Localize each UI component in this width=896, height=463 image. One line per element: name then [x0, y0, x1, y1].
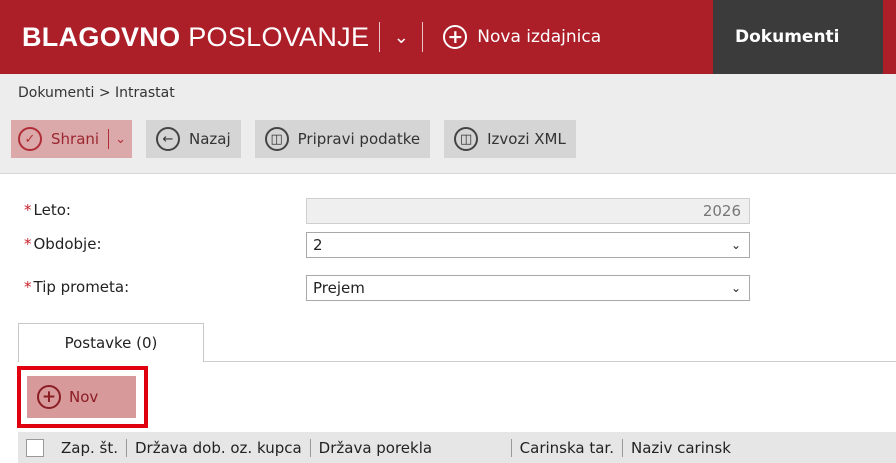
check-circle-icon: ✓ — [18, 127, 42, 151]
period-label-text: Obdobje: — [33, 235, 102, 253]
column-header-carinska-tar[interactable]: Carinska tar. — [512, 439, 622, 457]
chevron-down-icon[interactable]: ⌄ — [115, 132, 126, 147]
toolbar-area: Dokumenti > Intrastat ✓ Shrani ⌄ ← Nazaj… — [0, 74, 896, 174]
column-header-drzava-dob[interactable]: Država dob. oz. kupca — [127, 439, 310, 457]
divider — [108, 129, 110, 149]
top-bar-edge — [883, 0, 896, 74]
period-label: * Obdobje: — [24, 235, 102, 253]
prepare-data-label: Pripravi podatke — [297, 130, 421, 148]
tab-dokumenti[interactable]: Dokumenti — [713, 0, 883, 74]
toolbar: ✓ Shrani ⌄ ← Nazaj ◫ Pripravi podatke ◫ … — [11, 120, 590, 158]
select-all-checkbox[interactable] — [26, 438, 44, 457]
chevron-down-icon: ⌄ — [730, 238, 741, 252]
year-label: * Leto: — [24, 201, 71, 219]
back-button[interactable]: ← Nazaj — [145, 120, 241, 158]
tab-dokumenti-label: Dokumenti — [735, 27, 840, 47]
traffic-type-label-text: Tip prometa: — [33, 278, 130, 296]
chevron-down-icon[interactable]: ⌄ — [390, 27, 412, 48]
chevron-down-icon: ⌄ — [730, 281, 741, 295]
new-item-label: Nov — [69, 388, 99, 406]
plus-circle-icon: + — [443, 25, 468, 49]
app-brand[interactable]: BLAGOVNO POSLOVANJE — [22, 22, 369, 53]
required-marker: * — [24, 235, 32, 253]
tab-postavke-label: Postavke (0) — [64, 334, 158, 352]
traffic-type-select[interactable]: Prejem ⌄ — [306, 275, 750, 301]
traffic-type-label: * Tip prometa: — [24, 278, 129, 296]
column-header-naziv-carinsk[interactable]: Naziv carinsk — [623, 439, 739, 457]
prepare-data-button[interactable]: ◫ Pripravi podatke — [254, 120, 431, 158]
grid-header: Zap. št. Država dob. oz. kupca Država po… — [18, 432, 896, 463]
period-value: 2 — [313, 236, 323, 254]
brand-light: POSLOVANJE — [188, 21, 370, 52]
arrow-left-icon: ← — [155, 127, 180, 151]
period-select[interactable]: 2 ⌄ — [306, 232, 750, 258]
column-header-zap-st[interactable]: Zap. št. — [53, 439, 126, 457]
year-field: 2026 — [306, 198, 750, 224]
breadcrumb[interactable]: Dokumenti > Intrastat — [18, 85, 175, 101]
column-header-drzava-porekla[interactable]: Država porekla — [311, 439, 511, 457]
brand-bold: BLAGOVNO — [22, 21, 181, 52]
divider — [422, 22, 424, 52]
new-issuer-button[interactable]: + Nova izdajnica — [443, 25, 601, 49]
year-value: 2026 — [702, 202, 741, 220]
new-issuer-label: Nova izdajnica — [477, 27, 602, 47]
plus-circle-icon: + — [37, 385, 61, 409]
required-marker: * — [24, 201, 32, 219]
save-button[interactable]: ✓ Shrani ⌄ — [11, 120, 132, 158]
document-icon: ◫ — [264, 127, 289, 151]
year-label-text: Leto: — [33, 201, 71, 219]
save-label: Shrani — [51, 130, 100, 148]
traffic-type-value: Prejem — [313, 279, 365, 297]
required-marker: * — [24, 278, 32, 296]
document-icon: ◫ — [454, 127, 479, 151]
export-xml-label: Izvozi XML — [487, 130, 566, 148]
tab-postavke[interactable]: Postavke (0) — [18, 323, 204, 362]
divider — [379, 22, 381, 52]
new-item-button[interactable]: + Nov — [27, 376, 136, 418]
export-xml-button[interactable]: ◫ Izvozi XML — [444, 120, 576, 158]
back-label: Nazaj — [188, 130, 231, 148]
